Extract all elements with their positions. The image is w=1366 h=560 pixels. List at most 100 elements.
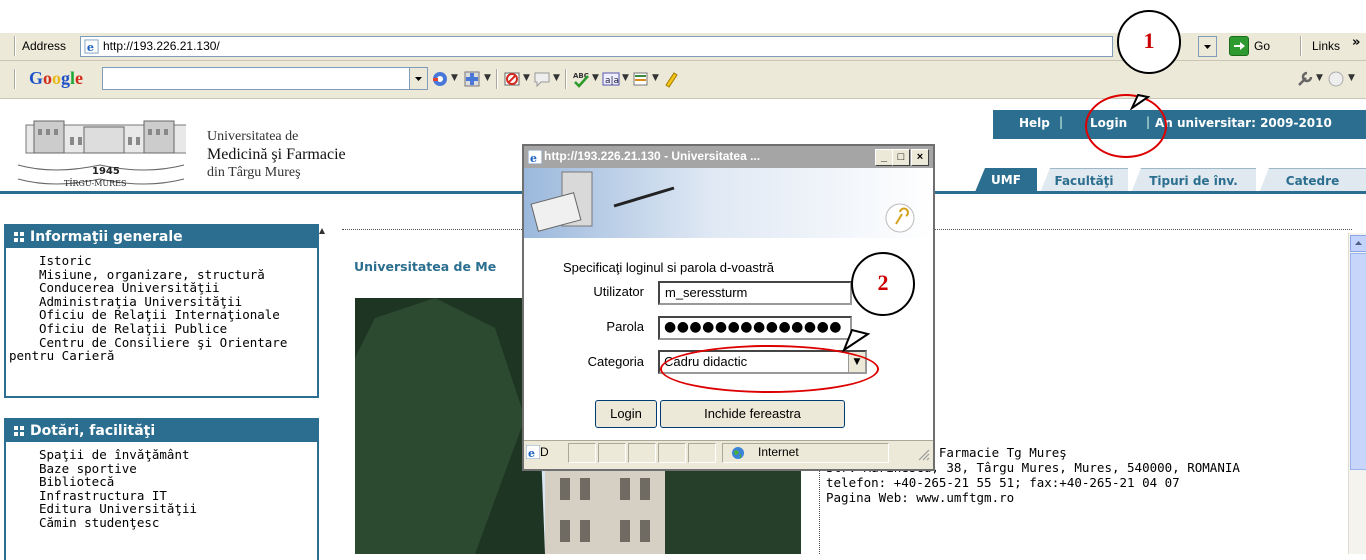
category-label: Categoria: [587, 354, 644, 369]
nav-item-istoric[interactable]: Istoric: [6, 254, 317, 268]
resize-grip-icon[interactable]: [916, 447, 930, 461]
highlighter-icon[interactable]: [662, 70, 680, 88]
toolbar-grip: [14, 69, 16, 89]
nav-item-infrastructura-it[interactable]: Infrastructura IT: [6, 489, 317, 503]
nav-item-centru-consiliere-cont[interactable]: pentru Carieră: [6, 349, 317, 363]
ie-page-icon: e: [526, 445, 540, 459]
login-button[interactable]: Login: [595, 400, 657, 428]
address-url: http://193.226.21.130/: [103, 39, 220, 53]
nav-section-title: Informaţii generale: [30, 229, 183, 245]
popup-blocker-icon[interactable]: [503, 70, 521, 88]
chevron-down-icon: [1204, 45, 1211, 49]
scrollbar-thumb[interactable]: [1350, 253, 1366, 470]
toolbar-grip: [14, 36, 16, 56]
nav-item-spatii[interactable]: Spaţii de învăţământ: [6, 448, 317, 462]
dropdown-arrow-icon[interactable]: ▼: [523, 73, 530, 83]
dropdown-arrow-icon[interactable]: ▼: [592, 73, 599, 83]
ie-page-icon: e: [84, 39, 99, 54]
tab-umf[interactable]: UMF: [975, 168, 1037, 192]
nav-item-biblioteca[interactable]: Bibliotecă: [6, 475, 317, 489]
tab-catedre[interactable]: Catedre: [1259, 168, 1366, 193]
google-search-input[interactable]: [102, 67, 410, 90]
google-logo: Google: [29, 68, 84, 88]
address-input[interactable]: e http://193.226.21.130/: [80, 36, 1113, 57]
go-label: Go: [1254, 39, 1271, 53]
dropdown-arrow-icon[interactable]: ▼: [622, 73, 629, 83]
dropdown-arrow-icon[interactable]: ▼: [484, 73, 491, 83]
nav-item-relatii-publice[interactable]: Oficiu de Relaţii Publice: [6, 322, 317, 336]
send-to-icon[interactable]: [632, 70, 650, 88]
dropdown-arrow-icon[interactable]: ▼: [1348, 73, 1355, 83]
nav-item-administratia[interactable]: Administraţia Universităţii: [6, 295, 317, 309]
popup-titlebar[interactable]: e http://193.226.21.130 - Universitatea …: [524, 146, 933, 168]
toolbar-separator: [565, 69, 567, 89]
scroll-up-icon[interactable]: [1350, 235, 1366, 252]
password-input[interactable]: ●●●●●●●●●●●●●●: [658, 316, 852, 340]
university-name-line1: Universitatea de: [207, 129, 299, 144]
pagerank-icon: [1328, 71, 1344, 87]
username-input[interactable]: m_seressturm: [658, 281, 852, 305]
tab-facultati[interactable]: Facultăţi: [1040, 168, 1128, 193]
nav-item-centru-consiliere[interactable]: Centru de Consiliere şi Orientare: [6, 335, 317, 350]
logo-year: 1945: [92, 166, 120, 177]
dropdown-arrow-icon[interactable]: ▼: [553, 73, 560, 83]
left-scroll-up-icon[interactable]: [318, 226, 326, 554]
nav-section-header: Dotări, facilităţi: [6, 420, 317, 442]
annotation-marker-1: 1: [1117, 10, 1181, 74]
status-zone-cell: [722, 443, 889, 463]
status-cell: [658, 443, 686, 463]
dropdown-arrow-icon[interactable]: ▼: [1316, 73, 1323, 83]
contact-line: telefon: +40-265-21 55 51; fax:+40-265-2…: [826, 475, 1180, 490]
minimize-icon[interactable]: _: [875, 149, 893, 166]
svg-text:a|a: a|a: [605, 76, 619, 86]
contact-line[interactable]: Pagina Web: www.umftgm.ro: [826, 490, 1240, 505]
password-value: ●●●●●●●●●●●●●●: [664, 319, 843, 335]
status-cell: [628, 443, 656, 463]
google-search-icon[interactable]: [431, 70, 449, 88]
dropdown-arrow-icon[interactable]: ▼: [451, 73, 458, 83]
google-search-dropdown[interactable]: [409, 67, 428, 90]
spellcheck-icon[interactable]: ABC: [572, 70, 590, 88]
links-label[interactable]: Links: [1312, 39, 1340, 53]
status-cell: [688, 443, 716, 463]
nav-item-relatii-internationale[interactable]: Oficiu de Relaţii Internaţionale: [6, 308, 317, 322]
chevron-down-icon: [415, 77, 422, 81]
password-label: Parola: [606, 319, 644, 334]
internet-globe-icon: [732, 447, 744, 459]
go-button[interactable]: Go: [1229, 36, 1289, 56]
nav-item-conducerea[interactable]: Conducerea Universităţii: [6, 281, 317, 295]
address-dropdown-button[interactable]: [1198, 36, 1217, 57]
link-separator: |: [1059, 115, 1064, 129]
page-scrollbar[interactable]: [1348, 233, 1366, 554]
university-name-line3: din Târgu Mureş: [207, 165, 301, 180]
status-zone-text: Internet: [758, 445, 799, 459]
close-icon[interactable]: ×: [911, 149, 929, 166]
section-bullet-icon: [14, 426, 24, 436]
maximize-icon[interactable]: □: [892, 149, 910, 166]
left-navigation: Informaţii generale Istoric Misiune, org…: [0, 218, 325, 560]
svg-text:e: e: [530, 152, 537, 164]
dropdown-arrow-icon[interactable]: ▼: [652, 73, 659, 83]
ie-page-icon: e: [528, 150, 542, 164]
address-label: Address: [22, 39, 67, 53]
help-link[interactable]: Help: [1019, 116, 1050, 130]
nav-item-editura[interactable]: Editura Universităţii: [6, 502, 317, 516]
section-bullet-icon: [14, 232, 24, 242]
academic-year-label: An universitar: 2009-2010: [1155, 116, 1332, 130]
tab-tipuri-de-inv[interactable]: Tipuri de înv.: [1131, 168, 1256, 193]
translate-icon[interactable]: a|a: [602, 70, 620, 88]
links-chevron-icon[interactable]: »: [1352, 35, 1360, 50]
comment-icon[interactable]: [533, 70, 551, 88]
news-icon[interactable]: [463, 70, 481, 88]
user-label: Utilizator: [593, 284, 644, 299]
toolbar-separator: [496, 69, 498, 89]
settings-wrench-icon[interactable]: [1296, 70, 1314, 88]
close-window-button[interactable]: Inchide fereastra: [660, 400, 845, 428]
nav-item-baze-sportive[interactable]: Baze sportive: [6, 461, 317, 476]
nav-section-title: Dotări, facilităţi: [30, 423, 156, 439]
nav-item-camin[interactable]: Cămin studenţesc: [6, 516, 317, 530]
svg-text:e: e: [528, 447, 535, 459]
top-links-bar: Help | Login | An universitar: 2009-2010: [993, 110, 1366, 139]
nav-section-header: Informaţii generale: [6, 226, 317, 248]
nav-item-misiune[interactable]: Misiune, organizare, structură: [6, 267, 317, 282]
